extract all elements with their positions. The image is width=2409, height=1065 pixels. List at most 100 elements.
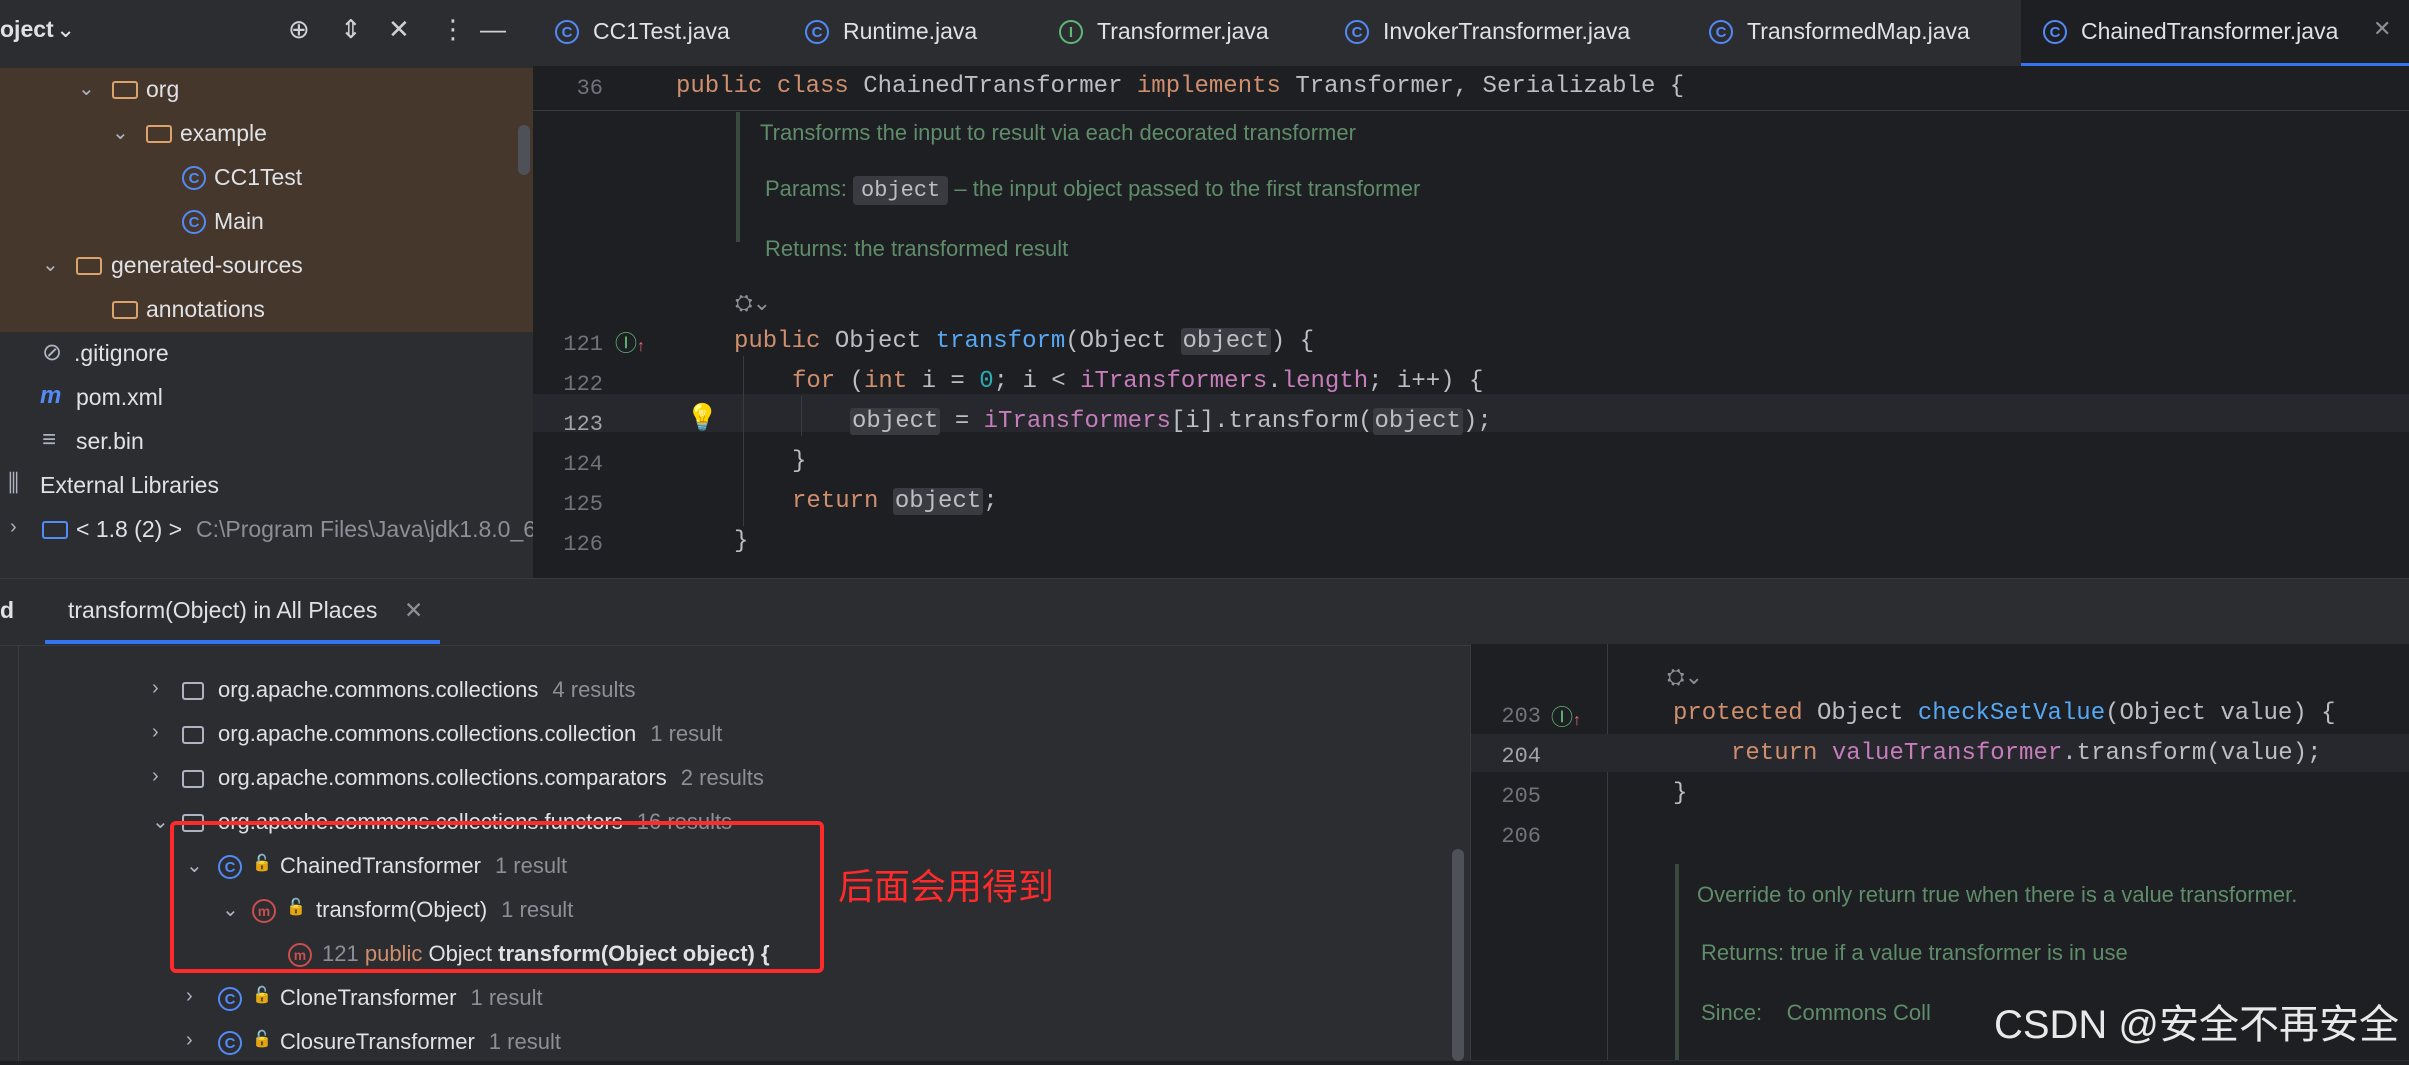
keyword: public class bbox=[676, 73, 864, 100]
tab-label: Transformer.java bbox=[1097, 18, 1269, 44]
doc-params: Params: object – the input object passed… bbox=[765, 176, 1421, 205]
crosshair-icon[interactable]: ⊕ bbox=[288, 14, 310, 45]
tree-item-label: org bbox=[146, 76, 180, 102]
chevron-right-icon[interactable]: › bbox=[10, 516, 17, 539]
class-icon: C bbox=[1709, 20, 1733, 44]
code-text: (Object bbox=[1065, 328, 1181, 355]
folder-icon bbox=[146, 125, 172, 143]
line-number: 123 bbox=[563, 412, 603, 437]
code-text: ; i < bbox=[993, 368, 1081, 395]
chevron-right-icon[interactable]: › bbox=[186, 1029, 193, 1052]
reader-mode-icon[interactable]: ⛭⌄ bbox=[1667, 664, 1703, 690]
library-icon: ⫼ bbox=[8, 470, 20, 497]
chevron-down-icon[interactable]: ⌄ bbox=[112, 120, 129, 145]
tree-item-example[interactable]: ⌄ example bbox=[0, 112, 533, 156]
doc-params-text: – the input object passed to the first t… bbox=[954, 176, 1421, 201]
line-number: 203 bbox=[1501, 704, 1541, 729]
tree-item-label: External Libraries bbox=[40, 472, 219, 498]
public-lock-icon: 🔓 bbox=[252, 1031, 272, 1048]
implements-marker-icon[interactable]: Ⓘ↑ bbox=[1551, 700, 1581, 732]
close-icon[interactable]: ✕ bbox=[2373, 16, 2391, 42]
code-text: ) { bbox=[1270, 328, 1315, 355]
active-tab-indicator bbox=[45, 640, 440, 644]
expand-all-icon[interactable]: ⇕ bbox=[340, 14, 362, 45]
folder-icon bbox=[112, 301, 138, 319]
result-label: org.apache.commons.collections.collectio… bbox=[218, 721, 637, 746]
tree-item-ser-bin[interactable]: ≡ ser.bin bbox=[0, 420, 533, 464]
preview-code-line-205: } bbox=[1673, 780, 1688, 807]
watermark: CSDN @安全不再安全 bbox=[1993, 1003, 2399, 1047]
project-panel: oject ⌄ ⊕ ⇕ ✕ ⋮ — ⌄ org ⌄ example C CC1T… bbox=[0, 0, 533, 578]
reader-mode-icon[interactable]: ⛭⌄ bbox=[735, 290, 771, 316]
doc-returns: Returns: true if a value transformer is … bbox=[1701, 940, 2128, 965]
line-number: 205 bbox=[1501, 784, 1541, 809]
find-scrollbar[interactable] bbox=[1452, 849, 1464, 1061]
tab-transformer[interactable]: I Transformer.java bbox=[1037, 0, 1323, 66]
chevron-right-icon[interactable]: › bbox=[152, 721, 159, 744]
code-text: i = bbox=[921, 368, 980, 395]
project-panel-title[interactable]: oject bbox=[0, 16, 54, 43]
doc-bar bbox=[1675, 864, 1679, 1060]
project-scrollbar[interactable] bbox=[518, 125, 530, 175]
class-icon: C bbox=[555, 20, 579, 44]
tab-chained-transformer[interactable]: C ChainedTransformer.java ✕ bbox=[2021, 0, 2409, 66]
tab-runtime[interactable]: C Runtime.java bbox=[783, 0, 1037, 66]
chevron-right-icon[interactable]: › bbox=[152, 677, 159, 700]
lightbulb-icon[interactable]: 💡 bbox=[686, 402, 718, 433]
find-tab-bar: d transform(Object) in All Places ✕ bbox=[0, 579, 2409, 646]
chevron-down-icon[interactable]: ⌄ bbox=[42, 252, 59, 277]
chevron-down-icon[interactable]: ⌄ bbox=[56, 16, 75, 43]
keyword: return bbox=[1731, 740, 1832, 767]
maven-icon: m bbox=[40, 382, 62, 409]
number: 0 bbox=[979, 368, 994, 395]
line-number: 206 bbox=[1501, 824, 1541, 849]
find-results-tab[interactable]: transform(Object) in All Places bbox=[68, 597, 377, 624]
line-number: 121 bbox=[563, 332, 603, 357]
tab-invoker-transformer[interactable]: C InvokerTransformer.java bbox=[1323, 0, 1687, 66]
tree-item-jdk[interactable]: › < 1.8 (2) > C:\Program Files\Java\jdk1… bbox=[0, 508, 533, 552]
chevron-right-icon[interactable]: › bbox=[152, 765, 159, 788]
implements-marker-icon[interactable]: Ⓘ↑ bbox=[615, 326, 645, 358]
folder-icon bbox=[112, 81, 138, 99]
tree-item-org[interactable]: ⌄ org bbox=[0, 68, 533, 112]
class-icon: C bbox=[182, 210, 206, 234]
method-name: checkSetValue bbox=[1917, 700, 2106, 727]
type: Object bbox=[834, 328, 936, 355]
class-name: ChainedTransformer bbox=[863, 73, 1137, 100]
tree-item-generated-sources[interactable]: ⌄ generated-sources bbox=[0, 244, 533, 288]
tree-item-label: < 1.8 (2) > bbox=[76, 516, 183, 542]
field: length bbox=[1281, 368, 1369, 395]
chevron-right-icon[interactable]: › bbox=[186, 985, 193, 1008]
keyword: implements bbox=[1136, 73, 1296, 100]
tab-transformed-map[interactable]: C TransformedMap.java bbox=[1687, 0, 2021, 66]
tree-item-pom[interactable]: m pom.xml bbox=[0, 376, 533, 420]
minimize-icon[interactable]: — bbox=[480, 14, 506, 45]
tree-item-cc1test[interactable]: C CC1Test bbox=[0, 156, 533, 200]
close-icon[interactable]: ✕ bbox=[404, 597, 423, 624]
doc-since-label: Since: bbox=[1701, 1000, 1763, 1025]
tab-cc1test[interactable]: C CC1Test.java bbox=[533, 0, 783, 66]
package-icon bbox=[182, 682, 204, 700]
code-line-125: return object; bbox=[792, 488, 998, 515]
tab-label: InvokerTransformer.java bbox=[1383, 18, 1631, 44]
tree-item-gitignore[interactable]: ⊘ .gitignore bbox=[0, 332, 533, 376]
chevron-down-icon[interactable]: ⌄ bbox=[152, 809, 169, 834]
collapse-all-icon[interactable]: ✕ bbox=[388, 14, 410, 45]
field: valueTransformer bbox=[1831, 740, 2063, 767]
annotation-note: 后面会用得到 bbox=[838, 866, 1055, 907]
class-icon: C bbox=[218, 1031, 242, 1055]
project-panel-header: oject ⌄ ⊕ ⇕ ✕ ⋮ — bbox=[0, 0, 533, 62]
chevron-down-icon[interactable]: ⌄ bbox=[78, 76, 95, 101]
more-options-icon[interactable]: ⋮ bbox=[440, 14, 466, 45]
class-icon: C bbox=[2043, 20, 2067, 44]
code-editor[interactable]: 36 public class ChainedTransformer imple… bbox=[533, 66, 2409, 578]
tree-item-main[interactable]: C Main bbox=[0, 200, 533, 244]
code-text: (Object value) { bbox=[2105, 700, 2336, 727]
tree-item-label: annotations bbox=[146, 296, 265, 322]
tree-item-external-libraries[interactable]: ⫼ External Libraries bbox=[0, 464, 533, 508]
folder-icon bbox=[76, 257, 102, 275]
line-number: 125 bbox=[563, 492, 603, 517]
class-icon: C bbox=[218, 987, 242, 1011]
indent-guide bbox=[801, 396, 802, 436]
tree-item-annotations[interactable]: annotations bbox=[0, 288, 533, 332]
